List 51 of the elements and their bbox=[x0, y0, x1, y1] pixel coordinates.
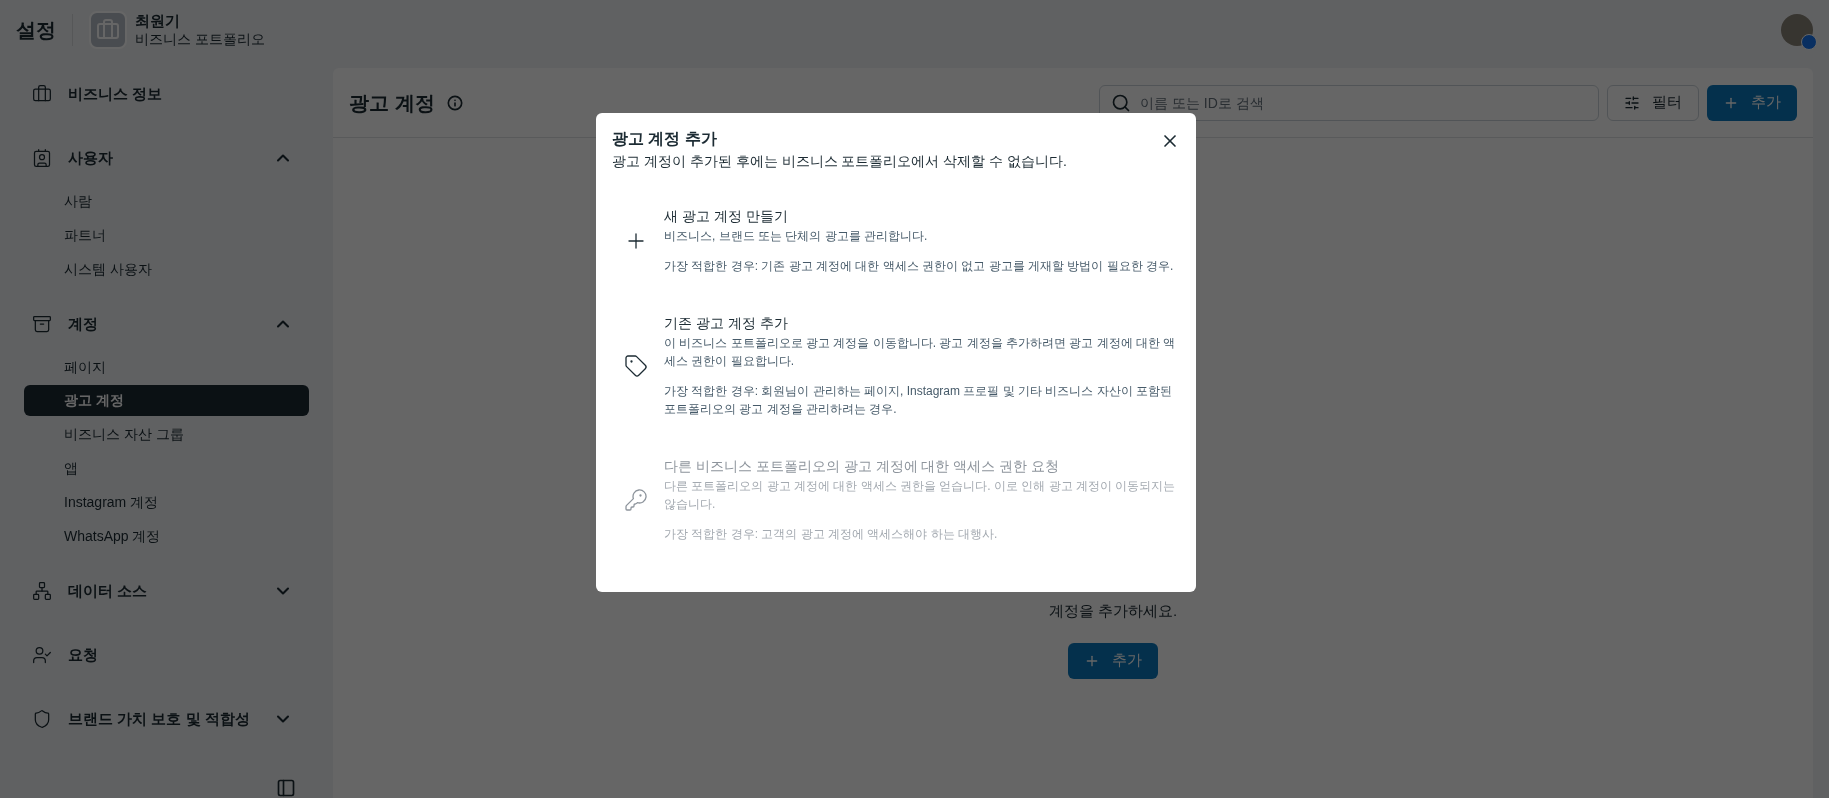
sidebar-item[interactable]: WhatsApp 계정 bbox=[24, 519, 309, 553]
sidebar-item[interactable]: Instagram 계정 bbox=[24, 485, 309, 519]
person-check-icon bbox=[32, 645, 52, 665]
option-title: 새 광고 계정 만들기 bbox=[664, 207, 789, 226]
id-card-icon bbox=[32, 148, 52, 168]
empty-state-text: 계정을 추가하세요. bbox=[1048, 601, 1178, 621]
search-field[interactable]: 이름 또는 ID로 검색 bbox=[1099, 84, 1599, 121]
sidebar-item[interactable]: 시스템 사용자 bbox=[24, 252, 309, 286]
sidebar-item[interactable]: 파트너 bbox=[24, 218, 309, 252]
option-title: 다른 비즈니스 포트폴리오의 광고 계정에 대한 액세스 권한 요청 bbox=[664, 457, 1061, 476]
option-description: 비즈니스, 브랜드 또는 단체의 광고를 관리합니다. bbox=[664, 228, 929, 245]
sidebar-item[interactable]: 비즈니스 자산 그룹 bbox=[24, 417, 309, 451]
tag-icon bbox=[624, 353, 648, 378]
sidebar-item[interactable]: 페이지 bbox=[24, 350, 309, 384]
archive-box-icon bbox=[32, 314, 52, 334]
option-item[interactable]: 새 광고 계정 만들기 비즈니스, 브랜드 또는 단체의 광고를 관리합니다. 가장 적합한 경우: 기존 광고 계정에 대한 액세스 권한이 없고 광고를 게재할 방법이 필요한 경우. bbox=[612, 206, 1180, 275]
search-icon bbox=[1111, 92, 1131, 113]
sidebar-item[interactable]: 광고 계정 bbox=[24, 385, 309, 416]
sidebar-item[interactable]: 앱 bbox=[24, 451, 309, 485]
portfolio-type: 비즈니스 포트폴리오 bbox=[135, 30, 265, 49]
add-button[interactable]: 추가 bbox=[1068, 642, 1158, 679]
dialog-subtitle: 광고 계정이 추가된 후에는 비즈니스 포트폴리오에서 삭제할 수 없습니다. bbox=[612, 152, 1068, 171]
shield-icon bbox=[32, 709, 52, 729]
network-icon bbox=[32, 581, 52, 601]
briefcase-icon bbox=[32, 84, 52, 104]
sliders-icon bbox=[1624, 94, 1640, 111]
option-best-for: 가장 적합한 경우: 고객의 광고 계정에 액세스해야 하는 대행사. bbox=[664, 526, 999, 543]
panel-toggle-icon[interactable] bbox=[276, 778, 296, 798]
sidebar-section-title[interactable]: 브랜드 가치 보호 및 적합성 bbox=[68, 707, 273, 731]
sidebar-section-title[interactable]: 요청 bbox=[68, 643, 301, 667]
sidebar-item[interactable]: 사람 bbox=[24, 184, 309, 218]
section-title: 광고 계정 bbox=[349, 90, 435, 116]
sidebar-section-title[interactable]: 계정 bbox=[68, 312, 273, 336]
option-title: 기존 광고 계정 추가 bbox=[664, 314, 789, 333]
sidebar-section-title[interactable]: 비즈니스 정보 bbox=[68, 82, 301, 106]
page-title: 설정 bbox=[16, 18, 56, 43]
option-description: 다른 포트폴리오의 광고 계정에 대한 액세스 권한을 얻습니다. 이로 인해 광고 계정이 이동되지는 않습니다. bbox=[664, 478, 1177, 513]
info-icon[interactable] bbox=[446, 94, 463, 111]
key-icon bbox=[624, 487, 648, 512]
option-best-for: 가장 적합한 경우: 기존 광고 계정에 대한 액세스 권한이 없고 광고를 게재할 방법이 필요한 경우. bbox=[664, 258, 1174, 275]
dialog-title: 광고 계정 추가 bbox=[612, 129, 718, 149]
sidebar-section-title[interactable]: 데이터 소스 bbox=[68, 579, 273, 603]
option-description: 이 비즈니스 포트폴리오로 광고 계정을 이동합니다. 광고 계정을 추가하려면 광고 계정에 대한 액세스 권한이 필요합니다. bbox=[664, 335, 1177, 370]
portfolio-name: 최원기 bbox=[135, 11, 181, 31]
option-best-for: 가장 적합한 경우: 회원님이 관리하는 페이지, Instagram 프로필 및 기타 비즈니스 자산이 포함된 포트폴리오의 광고 계정을 관리하려는 경우. bbox=[664, 383, 1174, 418]
add-button[interactable]: 추가 bbox=[1707, 84, 1797, 121]
option-item[interactable]: 기존 광고 계정 추가 이 비즈니스 포트폴리오로 광고 계정을 이동합니다. 광고 계정을 추가하려면 광고 계정에 대한 액세스 권한이 필요합니다. 가장 적합한 경우: 회원님이 관리하는 페이지, Instagram 프로필 및 기타 비즈니스 자산이 포함된 포트폴리오의 광고 계정을 관리하려는 경우. bbox=[612, 313, 1180, 418]
facebook-badge-icon bbox=[1801, 34, 1817, 50]
filter-button[interactable]: 필터 bbox=[1607, 84, 1699, 121]
sidebar-section-title[interactable]: 사용자 bbox=[68, 146, 273, 170]
briefcase-icon bbox=[96, 18, 120, 42]
